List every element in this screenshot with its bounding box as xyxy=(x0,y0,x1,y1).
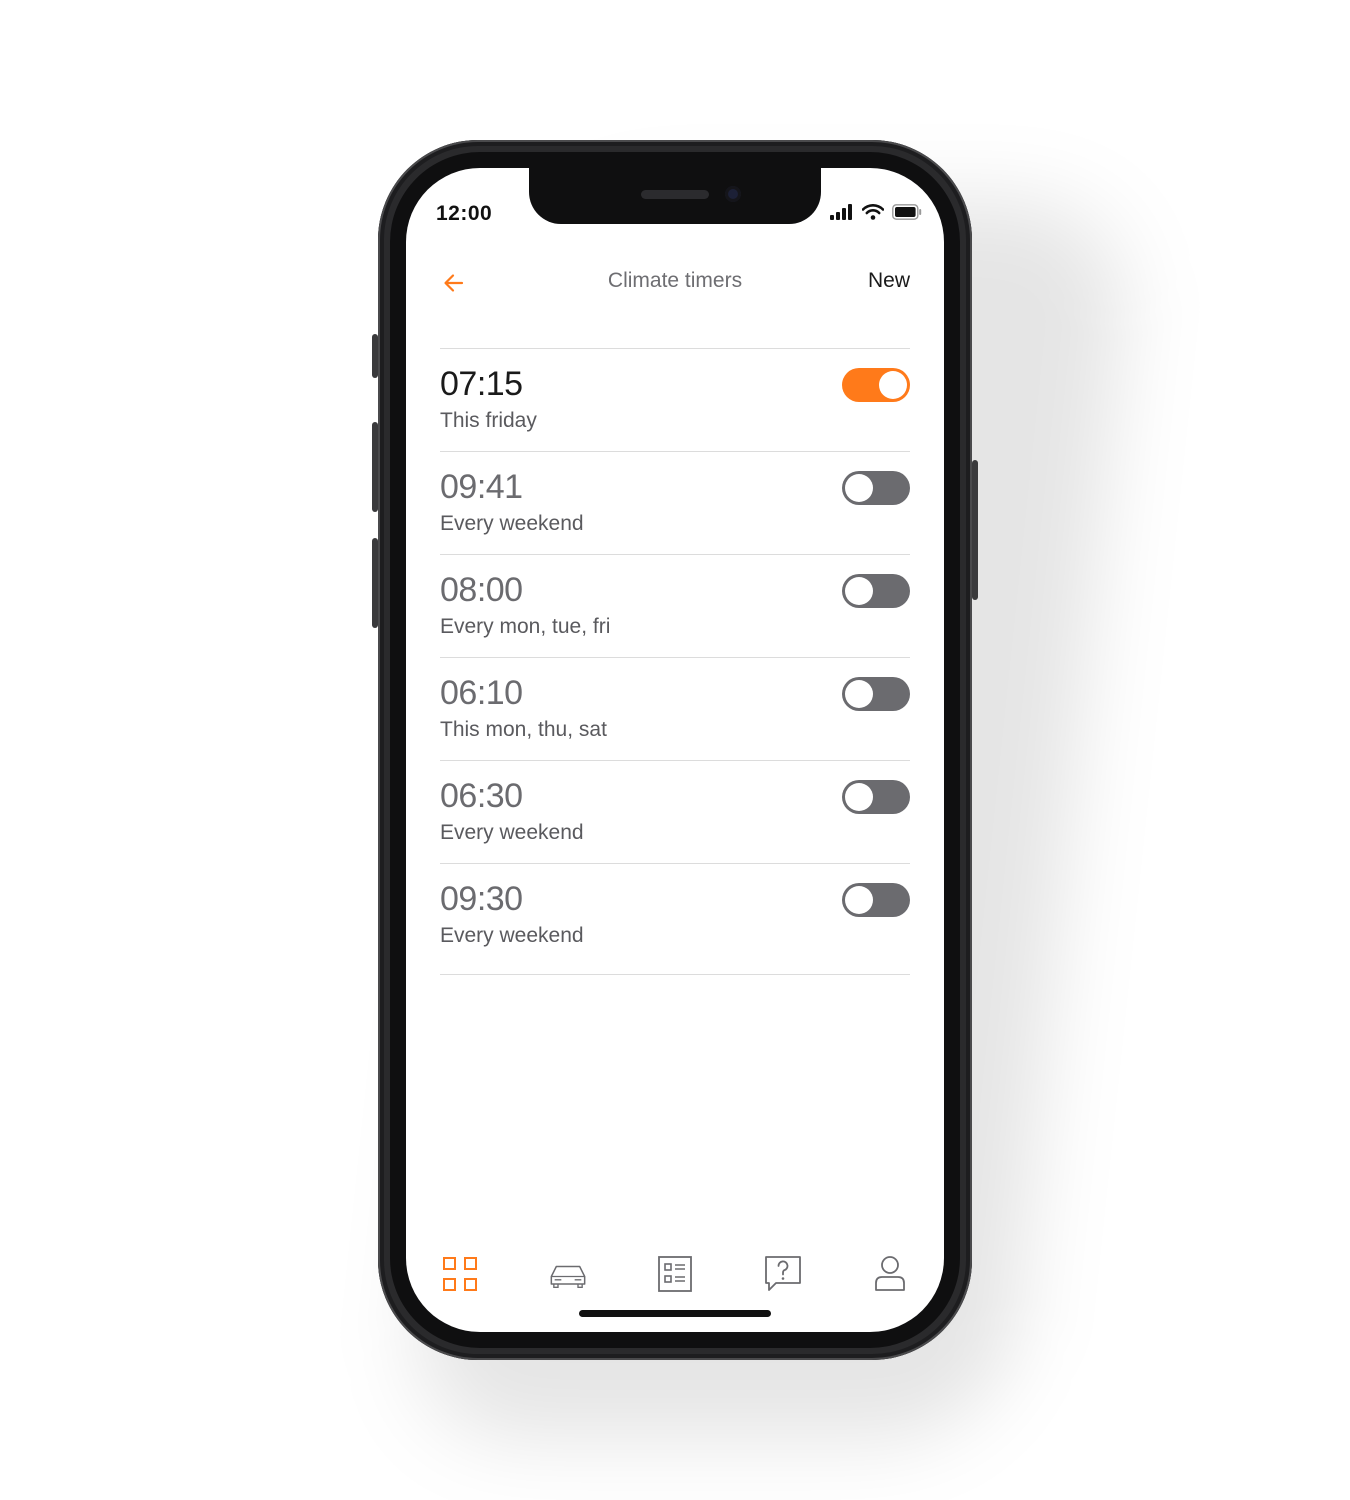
timer-repeat: Every mon, tue, fri xyxy=(440,615,611,638)
timer-time: 06:30 xyxy=(440,777,523,815)
new-timer-button[interactable]: New xyxy=(868,269,910,293)
timer-time: 09:41 xyxy=(440,468,523,506)
wifi-icon xyxy=(862,204,884,220)
help-icon xyxy=(764,1256,801,1291)
home-indicator xyxy=(579,1310,771,1317)
toggle-knob xyxy=(845,886,873,914)
timer-row[interactable]: 07:15 This friday xyxy=(440,349,910,452)
status-icons xyxy=(830,204,922,220)
list-icon xyxy=(658,1256,692,1292)
phone-frame: 12:00 Climate timers New 07:15 This frid… xyxy=(372,140,978,1360)
timer-toggle[interactable] xyxy=(842,574,910,608)
toggle-knob xyxy=(845,474,873,502)
bottom-tab-bar xyxy=(440,1252,910,1296)
stage: 12:00 Climate timers New 07:15 This frid… xyxy=(0,0,1350,1500)
speaker-grille xyxy=(641,190,709,199)
tab-dashboard[interactable] xyxy=(440,1254,480,1294)
mute-switch xyxy=(372,334,378,378)
timer-repeat: Every weekend xyxy=(440,512,584,535)
profile-icon xyxy=(875,1256,905,1291)
timer-repeat: This mon, thu, sat xyxy=(440,718,607,741)
timer-row[interactable]: 06:10 This mon, thu, sat xyxy=(440,658,910,761)
phone-bezel: 12:00 Climate timers New 07:15 This frid… xyxy=(390,152,960,1348)
toggle-knob xyxy=(845,577,873,605)
power-button xyxy=(972,460,978,600)
page-title: Climate timers xyxy=(607,269,743,292)
timer-row[interactable]: 06:30 Every weekend xyxy=(440,761,910,864)
timer-time: 06:10 xyxy=(440,674,523,712)
front-camera xyxy=(725,186,741,202)
timer-toggle[interactable] xyxy=(842,883,910,917)
timer-toggle[interactable] xyxy=(842,677,910,711)
timer-toggle[interactable] xyxy=(842,780,910,814)
phone-screen: 12:00 Climate timers New 07:15 This frid… xyxy=(406,168,944,1332)
signal-icon xyxy=(830,204,852,220)
timer-repeat: This friday xyxy=(440,409,537,432)
volume-down-button xyxy=(372,538,378,628)
timer-row[interactable]: 08:00 Every mon, tue, fri xyxy=(440,555,910,658)
toggle-knob xyxy=(845,680,873,708)
volume-up-button xyxy=(372,422,378,512)
timer-toggle[interactable] xyxy=(842,368,910,402)
timer-row[interactable]: 09:30 Every weekend xyxy=(440,864,910,975)
timer-repeat: Every weekend xyxy=(440,924,584,947)
timer-list: 07:15 This friday 09:41 Every weekend 08… xyxy=(440,348,910,975)
tab-car[interactable] xyxy=(548,1254,588,1294)
tab-list[interactable] xyxy=(655,1254,695,1294)
notch xyxy=(529,168,821,224)
grid-icon xyxy=(443,1257,477,1291)
tab-profile[interactable] xyxy=(870,1254,910,1294)
car-icon xyxy=(550,1265,585,1288)
tab-help[interactable] xyxy=(763,1254,803,1294)
timer-row[interactable]: 09:41 Every weekend xyxy=(440,452,910,555)
timer-repeat: Every weekend xyxy=(440,821,584,844)
battery-icon xyxy=(892,204,922,220)
timer-time: 08:00 xyxy=(440,571,523,609)
top-navigation-bar: Climate timers New xyxy=(440,263,910,303)
toggle-knob xyxy=(879,371,907,399)
timer-toggle[interactable] xyxy=(842,471,910,505)
toggle-knob xyxy=(845,783,873,811)
status-time: 12:00 xyxy=(436,202,493,225)
timer-time: 09:30 xyxy=(440,880,523,918)
timer-time: 07:15 xyxy=(440,365,523,403)
